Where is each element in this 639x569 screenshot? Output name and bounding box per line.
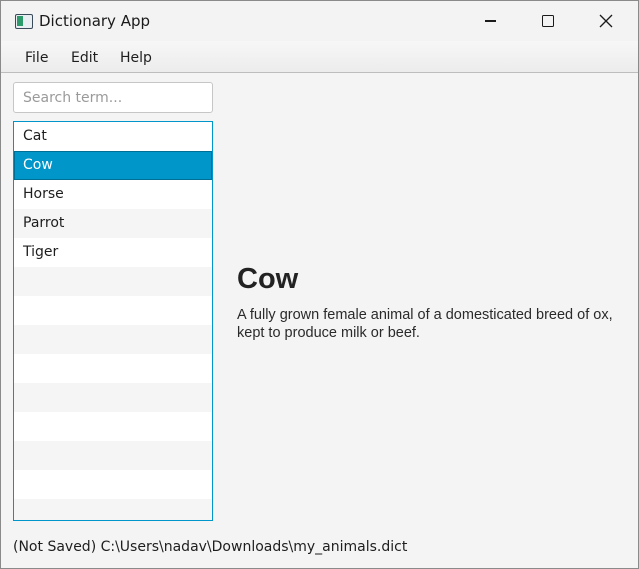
list-item-selected[interactable]: Cow xyxy=(14,151,212,180)
list-item[interactable]: Cat xyxy=(14,122,212,151)
term-definition: A fully grown female animal of a domesti… xyxy=(237,307,613,341)
close-icon xyxy=(599,14,613,28)
list-item[interactable]: Parrot xyxy=(14,209,212,238)
search-input[interactable] xyxy=(13,82,213,113)
empty-list-row xyxy=(14,470,212,499)
empty-list-row xyxy=(14,412,212,441)
close-button[interactable] xyxy=(577,1,635,41)
minimize-icon xyxy=(484,20,496,22)
empty-list-row xyxy=(14,383,212,412)
menu-file[interactable]: File xyxy=(25,50,48,66)
app-window-icon xyxy=(15,14,33,29)
maximize-button[interactable] xyxy=(519,1,577,41)
empty-list-row xyxy=(14,441,212,470)
list-item[interactable]: Tiger xyxy=(14,238,212,267)
empty-list-row xyxy=(14,499,212,520)
menu-help[interactable]: Help xyxy=(120,50,152,66)
menu-edit[interactable]: Edit xyxy=(71,50,98,66)
term-title: Cow xyxy=(237,263,299,295)
list-item[interactable]: Horse xyxy=(14,180,212,209)
empty-list-row xyxy=(14,267,212,296)
maximize-icon xyxy=(542,15,554,27)
minimize-button[interactable] xyxy=(461,1,519,41)
empty-list-row xyxy=(14,354,212,383)
window-title: Dictionary App xyxy=(39,12,151,30)
term-list[interactable]: Cat Cow Horse Parrot Tiger xyxy=(13,121,213,521)
menu-bar: File Edit Help xyxy=(1,41,638,73)
empty-list-row xyxy=(14,325,212,354)
app-window: Dictionary App File Edit Help Cat Cow Ho… xyxy=(0,0,639,569)
empty-list-row xyxy=(14,296,212,325)
title-bar[interactable]: Dictionary App xyxy=(1,1,638,41)
status-bar: (Not Saved) C:\Users\nadav\Downloads\my_… xyxy=(13,539,408,555)
